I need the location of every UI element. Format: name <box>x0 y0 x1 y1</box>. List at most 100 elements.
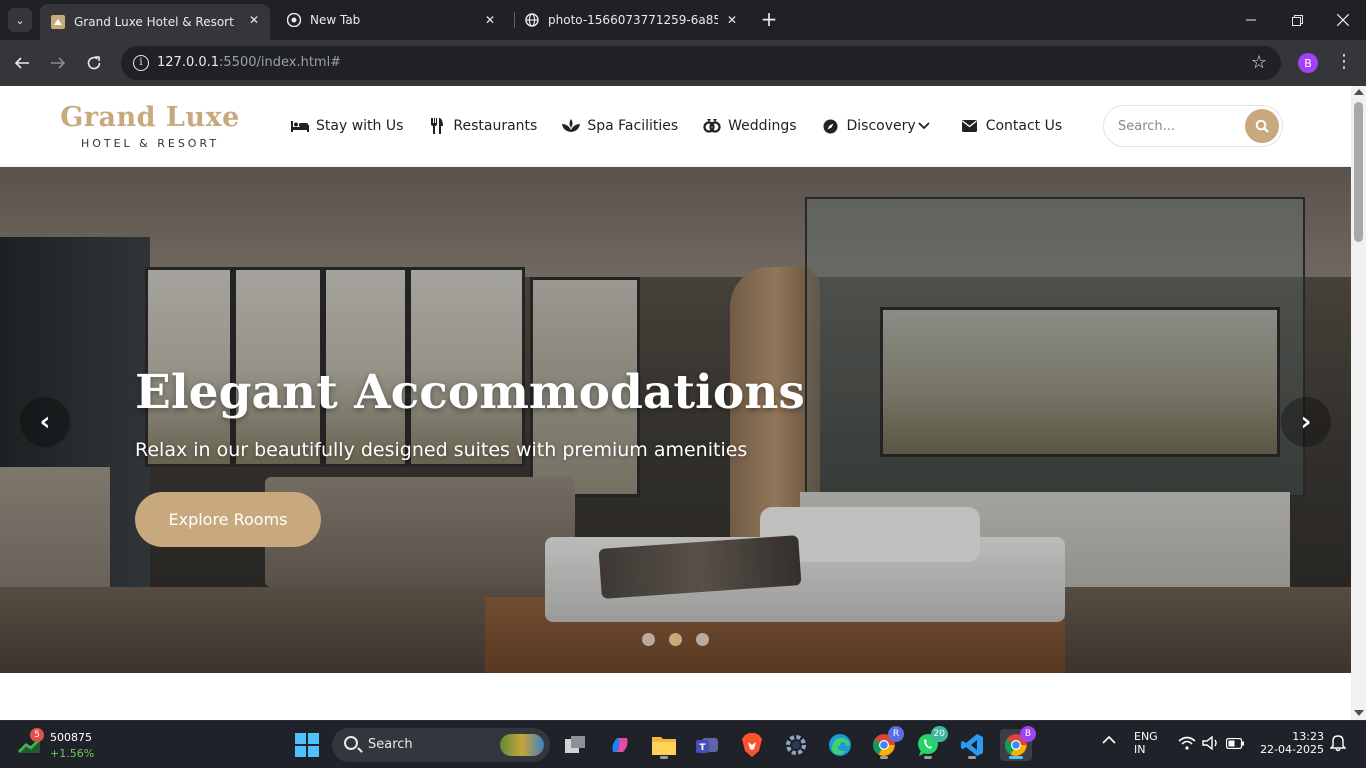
reload-button[interactable] <box>82 51 106 75</box>
chevron-right-icon: › <box>1300 407 1312 437</box>
back-button[interactable] <box>10 51 34 75</box>
envelope-icon <box>960 117 980 135</box>
brand-logo[interactable]: Grand Luxe HOTEL & RESORT <box>60 102 240 150</box>
carousel-prev-button[interactable]: ‹ <box>20 397 70 447</box>
url-host: 127.0.0.1 <box>157 55 220 70</box>
running-indicator <box>880 756 888 759</box>
volume-icon[interactable] <box>1202 735 1220 753</box>
search-icon <box>344 736 358 750</box>
wifi-icon[interactable] <box>1178 736 1196 753</box>
brand-name: Grand Luxe <box>60 102 240 133</box>
new-tab-button[interactable]: + <box>758 9 780 31</box>
nav-spa-facilities[interactable]: Spa Facilities <box>561 117 678 135</box>
profile-avatar[interactable]: B <box>1298 53 1318 73</box>
page-scrollbar[interactable] <box>1351 86 1366 720</box>
nav-label: Contact Us <box>985 118 1063 134</box>
tab-new-tab[interactable]: New Tab ✕ <box>276 4 506 36</box>
language-indicator[interactable]: ENG IN <box>1134 730 1166 756</box>
clock[interactable]: 13:23 22-04-2025 <box>1256 730 1324 756</box>
address-bar[interactable]: i 127.0.0.1:5500/index.html# ☆ <box>121 46 1281 80</box>
url-text[interactable]: 127.0.0.1:5500/index.html# <box>157 55 341 70</box>
chevron-down-icon: ⌄ <box>15 13 25 27</box>
site-search <box>1103 105 1283 147</box>
rings-icon <box>702 117 722 135</box>
battery-icon[interactable] <box>1225 737 1244 752</box>
carousel-dot[interactable] <box>642 633 655 646</box>
close-tab-icon[interactable]: ✕ <box>482 12 498 28</box>
bookmark-star-icon[interactable]: ☆ <box>1251 52 1267 73</box>
nav-stay-with-us[interactable]: Stay with Us <box>290 117 403 135</box>
nav-restaurants[interactable]: Restaurants <box>427 117 537 135</box>
taskbar-teams[interactable]: T <box>692 729 724 761</box>
taskbar-settings[interactable] <box>780 729 812 761</box>
svg-text:T: T <box>699 743 706 753</box>
tab-search-button[interactable]: ⌄ <box>8 8 32 32</box>
nav-discovery[interactable]: Discovery <box>821 117 930 135</box>
copilot-icon <box>612 738 628 752</box>
clock-date: 22-04-2025 <box>1260 743 1324 756</box>
teams-icon: T <box>696 738 718 753</box>
scroll-up-arrow-icon[interactable] <box>1354 89 1364 95</box>
carousel-dot[interactable] <box>696 633 709 646</box>
close-tab-icon[interactable]: ✕ <box>724 12 740 28</box>
minimize-button[interactable] <box>1228 6 1274 34</box>
show-hidden-icons-button[interactable] <box>1102 735 1120 748</box>
stock-value: 500875 <box>50 731 92 744</box>
arrow-left-icon <box>14 57 29 69</box>
running-indicator <box>1009 756 1023 759</box>
chevron-left-icon: ‹ <box>39 407 51 437</box>
utensils-icon <box>427 117 447 135</box>
nav-contact-us[interactable]: Contact Us <box>960 117 1062 135</box>
arrow-right-icon <box>51 57 66 69</box>
scroll-down-arrow-icon[interactable] <box>1354 710 1364 716</box>
search-icon <box>1255 119 1269 133</box>
tab-hotel[interactable]: Grand Luxe Hotel & Resort ✕ <box>40 4 270 40</box>
restore-button[interactable] <box>1274 6 1320 34</box>
carousel-dot-active[interactable] <box>669 633 682 646</box>
region-code: IN <box>1134 743 1146 756</box>
tab-photo[interactable]: photo-1566073771259-6a8506 ✕ <box>514 4 748 36</box>
notifications-bell-icon[interactable] <box>1329 734 1347 755</box>
nav-label: Stay with Us <box>316 118 404 134</box>
tab-title: New Tab <box>310 13 361 27</box>
task-view-button[interactable] <box>560 729 592 761</box>
browser-toolbar: i 127.0.0.1:5500/index.html# ☆ B ⋮ <box>0 40 1366 86</box>
search-highlight-image <box>500 734 544 756</box>
taskbar-file-explorer[interactable] <box>648 729 680 761</box>
nav-label: Restaurants <box>453 118 538 134</box>
browser-menu-icon[interactable]: ⋮ <box>1334 51 1354 72</box>
language-code: ENG <box>1134 730 1158 743</box>
hero-carousel: Elegant Accommodations Relax in our beau… <box>0 167 1351 673</box>
taskbar-copilot[interactable] <box>604 729 636 761</box>
edge-icon <box>829 734 851 756</box>
taskbar-whatsapp[interactable]: 20 <box>912 726 948 761</box>
taskbar-search-label: Search <box>368 737 413 752</box>
taskbar-chrome-active[interactable]: B <box>1000 726 1036 761</box>
taskbar-vscode[interactable] <box>956 729 988 761</box>
carousel-next-button[interactable]: › <box>1281 397 1331 447</box>
scrollbar-thumb[interactable] <box>1354 102 1363 242</box>
close-window-button[interactable] <box>1320 6 1366 34</box>
chevron-down-icon <box>918 120 930 133</box>
nav-weddings[interactable]: Weddings <box>702 117 797 135</box>
profile-badge: R <box>888 726 904 742</box>
forward-button[interactable] <box>46 51 70 75</box>
site-info-icon[interactable]: i <box>133 55 149 71</box>
search-input[interactable] <box>1118 116 1238 136</box>
taskbar-chrome-profile[interactable]: R <box>868 726 904 761</box>
site-header: Grand Luxe HOTEL & RESORT Stay with Us R… <box>0 86 1351 166</box>
start-button[interactable] <box>291 729 323 761</box>
search-button[interactable] <box>1245 109 1279 143</box>
tab-title: photo-1566073771259-6a8506 <box>548 13 718 27</box>
explore-rooms-button[interactable]: Explore Rooms <box>135 492 321 547</box>
close-tab-icon[interactable]: ✕ <box>246 12 262 28</box>
stock-widget[interactable]: 5 500875 +1.56% <box>18 728 108 762</box>
taskbar-brave[interactable] <box>736 729 768 761</box>
taskbar-search[interactable]: Search <box>332 728 550 762</box>
windows-taskbar: 5 500875 +1.56% Search T R 20 B ENG IN 1… <box>0 720 1366 768</box>
tab-title: Grand Luxe Hotel & Resort <box>74 15 234 29</box>
taskbar-edge[interactable] <box>824 729 856 761</box>
windows-logo-icon <box>295 733 319 757</box>
stock-change: +1.56% <box>50 747 95 760</box>
nav-label: Spa Facilities <box>587 118 679 134</box>
